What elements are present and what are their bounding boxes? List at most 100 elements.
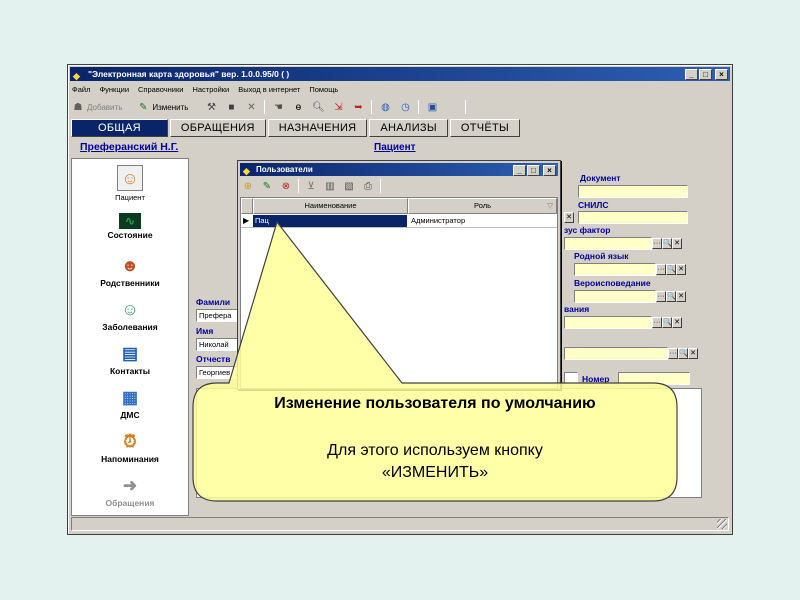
menu-settings[interactable]: Настройки bbox=[192, 84, 229, 96]
menu-internet[interactable]: Выход в интернет bbox=[238, 84, 300, 96]
search-icon[interactable]: 🔍 bbox=[662, 317, 672, 328]
sidebar-item-patient[interactable]: ☺ Пациент bbox=[72, 165, 188, 202]
table-row[interactable]: ▶ Пац Администратор bbox=[241, 215, 557, 227]
more-icon[interactable]: ··· bbox=[656, 291, 666, 302]
sidebar: ☺ Пациент ∿ Состояние ☻ Родственники ☺ З… bbox=[71, 158, 189, 516]
clear-filter-icon[interactable]: ▧ bbox=[342, 179, 356, 193]
delete-user-icon[interactable]: ⊗ bbox=[279, 179, 293, 193]
surname-label: Фамили bbox=[196, 297, 231, 307]
main-titlebar[interactable]: ◆ "Электронная карта здоровья" вер. 1.0.… bbox=[70, 67, 730, 81]
religion-field[interactable] bbox=[574, 290, 656, 303]
education-field[interactable] bbox=[564, 316, 652, 329]
menu-functions[interactable]: Функции bbox=[99, 84, 129, 96]
dialog-titlebar[interactable]: ◆ Пользователи _ □ × bbox=[240, 163, 558, 176]
column-header-role[interactable]: Роль ▽ bbox=[408, 198, 557, 214]
sort-icon: ▽ bbox=[547, 201, 553, 210]
status-bar bbox=[71, 517, 729, 531]
address-lookup: ··· 🔍 ✕ bbox=[668, 348, 698, 359]
search-icon[interactable]: 🔍 bbox=[666, 291, 676, 302]
edit-user-icon[interactable]: ✎ bbox=[260, 179, 274, 193]
menu-file[interactable]: Файл bbox=[72, 84, 90, 96]
hand-icon[interactable]: ☚ bbox=[271, 100, 285, 114]
education-label: вания bbox=[564, 304, 590, 314]
tab-reports[interactable]: ОТЧЁТЫ bbox=[449, 119, 521, 137]
address-field[interactable] bbox=[564, 347, 668, 360]
tab-analyses[interactable]: АНАЛИЗЫ bbox=[369, 119, 448, 137]
close-icon[interactable]: ✕ bbox=[688, 348, 698, 359]
window-icon[interactable]: ▣ bbox=[425, 100, 439, 114]
sidebar-item-diseases[interactable]: ☺ Заболевания bbox=[72, 299, 188, 332]
maximize-button[interactable]: □ bbox=[699, 69, 712, 80]
menu-bar: Файл Функции Справочники Настройки Выход… bbox=[72, 84, 338, 96]
callout-line-1: Для этого используем кнопку bbox=[327, 442, 543, 459]
dialog-minimize-button[interactable]: _ bbox=[513, 165, 526, 176]
tab-prescriptions[interactable]: НАЗНАЧЕНИЯ bbox=[267, 119, 368, 137]
add-button[interactable]: ☗ Добавить bbox=[71, 100, 123, 114]
close-icon[interactable]: ✕ bbox=[564, 212, 574, 223]
search-icon[interactable]: 🔍 bbox=[662, 238, 672, 249]
exit-icon[interactable]: ➥ bbox=[351, 100, 365, 114]
search-icon[interactable]: 🔍︎ bbox=[311, 100, 325, 114]
resize-grip[interactable] bbox=[717, 519, 727, 529]
patient-link[interactable]: Пациент bbox=[374, 142, 416, 153]
toolbar-separator bbox=[371, 100, 373, 114]
more-icon[interactable]: ··· bbox=[668, 348, 678, 359]
contact-card-icon: ▤ bbox=[121, 344, 139, 363]
find-icon[interactable]: ▥ bbox=[323, 179, 337, 193]
dialog-maximize-button[interactable]: □ bbox=[527, 165, 540, 176]
close-button[interactable]: × bbox=[715, 69, 728, 80]
tab-visits[interactable]: ОБРАЩЕНИЯ bbox=[169, 119, 266, 137]
native-language-label: Родной язык bbox=[574, 251, 629, 261]
dialog-toolbar: ⊕ ✎ ⊗ ⊻ ▥ ▧ ⎙ bbox=[241, 178, 381, 194]
toolbar-separator bbox=[418, 100, 420, 114]
row-indicator-header bbox=[241, 198, 253, 214]
tab-general[interactable]: ОБЩАЯ bbox=[71, 119, 168, 137]
minimize-button[interactable]: _ bbox=[685, 69, 698, 80]
menu-help[interactable]: Помощь bbox=[309, 84, 338, 96]
filter-icon[interactable]: ⊻ bbox=[304, 179, 318, 193]
sidebar-item-dms[interactable]: ▦ ДМС bbox=[72, 387, 188, 420]
search-icon[interactable]: 🔍 bbox=[666, 264, 676, 275]
globe-icon[interactable]: ◍ bbox=[378, 100, 392, 114]
search-icon[interactable]: 🔍 bbox=[678, 348, 688, 359]
edit-button[interactable]: ✎ Изменить bbox=[136, 100, 188, 114]
save-icon[interactable]: ■ bbox=[224, 100, 238, 114]
callout-line-2: «ИЗМЕНИТЬ» bbox=[381, 464, 489, 481]
sidebar-item-reminders[interactable]: ⏰︎ Напоминания bbox=[72, 431, 188, 464]
clock-icon[interactable]: ◷ bbox=[398, 100, 412, 114]
document-field[interactable] bbox=[578, 185, 688, 198]
dialog-close-button[interactable]: × bbox=[543, 165, 556, 176]
menu-references[interactable]: Справочники bbox=[138, 84, 183, 96]
snils-label: СНИЛС bbox=[578, 200, 609, 210]
sidebar-item-visits[interactable]: ➜ Обращения bbox=[72, 475, 188, 508]
person-icon: ☺ bbox=[117, 165, 143, 191]
more-icon[interactable]: ··· bbox=[652, 317, 662, 328]
status-factor-field[interactable] bbox=[564, 237, 652, 250]
callout-body: Для этого используем кнопку «ИЗМЕНИТЬ» bbox=[193, 440, 677, 484]
more-icon[interactable]: ··· bbox=[652, 238, 662, 249]
callout-text: Изменение пользователя по умолчанию Для … bbox=[193, 383, 677, 501]
sidebar-item-contacts[interactable]: ▤ Контакты bbox=[72, 343, 188, 376]
print-icon[interactable]: ⎙ bbox=[361, 179, 375, 193]
sidebar-item-state[interactable]: ∿ Состояние bbox=[72, 213, 188, 240]
close-icon[interactable]: ✕ bbox=[676, 264, 686, 275]
sidebar-item-relatives[interactable]: ☻ Родственники bbox=[72, 255, 188, 288]
name-label: Имя bbox=[196, 326, 214, 336]
column-header-name[interactable]: Наименование bbox=[253, 198, 408, 214]
add-user-icon[interactable]: ⊕ bbox=[241, 179, 255, 193]
toolbar-separator bbox=[298, 179, 299, 193]
patient-name[interactable]: Преферанский Н.Г. bbox=[80, 141, 178, 153]
main-tabs: ОБЩАЯ ОБРАЩЕНИЯ НАЗНАЧЕНИЯ АНАЛИЗЫ ОТЧЁТ… bbox=[71, 119, 522, 137]
native-language-field[interactable] bbox=[574, 263, 656, 276]
close-icon[interactable]: ✕ bbox=[672, 317, 682, 328]
edit-icon: ✎ bbox=[139, 101, 148, 113]
cell-role[interactable]: Администратор bbox=[409, 215, 465, 227]
more-icon[interactable]: ··· bbox=[656, 264, 666, 275]
close-icon[interactable]: ✕ bbox=[676, 291, 686, 302]
snils-field[interactable] bbox=[578, 211, 688, 224]
export-icon[interactable]: ⇲ bbox=[331, 100, 345, 114]
close-icon[interactable]: ✕ bbox=[672, 238, 682, 249]
attach-icon[interactable]: ɵ bbox=[291, 100, 305, 114]
tools-icon[interactable]: ⚒ bbox=[204, 100, 218, 114]
delete-icon[interactable]: ✕ bbox=[244, 100, 258, 114]
